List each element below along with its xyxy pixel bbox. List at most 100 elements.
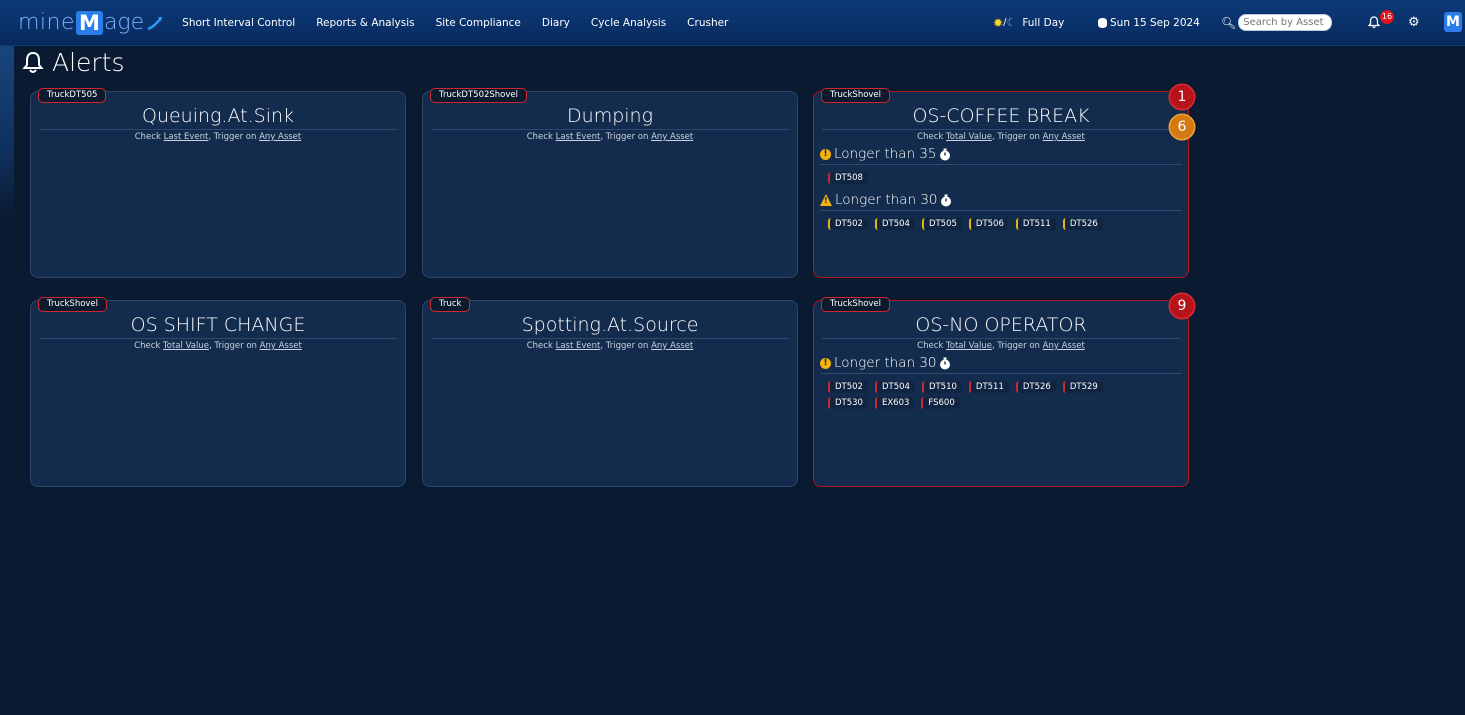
asset-chip-list: DT508	[828, 172, 1188, 188]
asset-chip[interactable]: DT511	[1015, 218, 1056, 230]
asset-tag: TruckDT505	[38, 88, 107, 103]
day-mode-toggle[interactable]: ✹ / ☾ Full Day	[993, 0, 1064, 45]
app-logo[interactable]: mine M age	[18, 0, 164, 45]
asset-chip-list: DT502 DT504 DT505 DT506 DT511 DT526	[828, 218, 1188, 234]
page-title: Alerts	[22, 48, 125, 77]
notification-count-badge: 16	[1380, 10, 1394, 24]
asset-chip[interactable]: DT502	[828, 381, 868, 393]
database-icon	[1098, 17, 1107, 28]
logo-text-right: age	[103, 10, 145, 35]
date-selector[interactable]: Sun 15 Sep 2024	[1098, 0, 1200, 45]
stopwatch-icon	[940, 194, 951, 206]
asset-tag: TruckShovel	[821, 297, 891, 312]
threshold-label: Longer than 30	[834, 355, 937, 371]
trigger-link[interactable]: Any Asset	[260, 341, 302, 351]
stopwatch-icon	[939, 148, 950, 160]
asset-chip[interactable]: DT505	[921, 218, 962, 230]
nav-diary[interactable]: Diary	[542, 17, 570, 29]
card-rule: Check Last Event, Trigger on Any Asset	[526, 341, 694, 351]
critical-count-badge: 9	[1170, 294, 1194, 318]
sun-icon: ✹	[993, 15, 1004, 30]
search-input[interactable]	[1238, 14, 1333, 31]
bell-icon	[1368, 16, 1380, 29]
critical-count-badge: 1	[1170, 85, 1194, 109]
card-rule: Check Total Value, Trigger on Any Asset	[134, 341, 302, 351]
asset-chip[interactable]: DT510	[921, 381, 962, 393]
date-label: Sun 15 Sep 2024	[1110, 16, 1200, 29]
exclamation-circle-icon: !	[820, 357, 831, 369]
asset-chip[interactable]: FS600	[921, 397, 960, 409]
nav-reports-analysis[interactable]: Reports & Analysis	[316, 17, 414, 29]
cogs-icon: ⚙︎	[1408, 15, 1420, 30]
asset-chip[interactable]: DT508	[828, 172, 868, 184]
warning-count-badge: 6	[1170, 115, 1194, 139]
card-title: Spotting.At.Source	[431, 314, 789, 339]
asset-chip[interactable]: DT526	[1015, 381, 1056, 393]
card-title: Queuing.At.Sink	[39, 105, 397, 130]
asset-chip[interactable]: DT526	[1062, 218, 1103, 230]
card-rule: Check Total Value, Trigger on Any Asset	[917, 341, 1085, 351]
threshold-header: ! Longer than 35	[820, 146, 1182, 165]
alert-card-dumping[interactable]: TruckDT502Shovel Dumping Check Last Even…	[422, 88, 798, 278]
asset-chip[interactable]: DT504	[874, 381, 915, 393]
check-type-link[interactable]: Last Event	[556, 132, 601, 142]
logo-text-m: M	[76, 10, 103, 35]
asset-tag: TruckShovel	[38, 297, 108, 312]
threshold-label: Longer than 30	[835, 192, 938, 208]
check-type-link[interactable]: Total Value	[946, 341, 992, 351]
settings-button[interactable]: ⚙︎	[1408, 0, 1420, 45]
page-title-text: Alerts	[52, 48, 125, 77]
trigger-link[interactable]: Any Asset	[651, 132, 693, 142]
asset-chip-list: DT502 DT504 DT510 DT511 DT526 DT529 DT53…	[828, 381, 1128, 413]
alert-card-queuing-at-sink[interactable]: TruckDT505 Queuing.At.Sink Check Last Ev…	[30, 88, 406, 278]
threshold-header: ! Longer than 30	[820, 355, 1182, 374]
threshold-label: Longer than 35	[834, 146, 937, 162]
search-icon: 🔍︎	[1221, 15, 1237, 30]
logo-text-left: mine	[18, 10, 76, 35]
asset-chip[interactable]: DT529	[1062, 381, 1103, 393]
asset-chip[interactable]: DT504	[874, 218, 915, 230]
bell-icon	[22, 51, 44, 73]
asset-tag: Truck	[430, 297, 471, 312]
check-type-link[interactable]: Total Value	[163, 341, 209, 351]
asset-chip[interactable]: DT530	[828, 397, 868, 409]
user-avatar[interactable]: M	[1444, 12, 1462, 32]
card-title: OS-NO OPERATOR	[822, 314, 1180, 339]
top-navbar: mine M age Short Interval Control Report…	[0, 0, 1465, 45]
trigger-link[interactable]: Any Asset	[259, 132, 301, 142]
nav-crusher[interactable]: Crusher	[687, 17, 728, 29]
trigger-link[interactable]: Any Asset	[651, 341, 693, 351]
card-title: OS-COFFEE BREAK	[822, 105, 1180, 130]
nav-cycle-analysis[interactable]: Cycle Analysis	[591, 17, 666, 29]
card-rule: Check Last Event, Trigger on Any Asset	[134, 132, 302, 142]
warning-triangle-icon: !	[820, 194, 832, 206]
card-title: Dumping	[431, 105, 789, 130]
trigger-link[interactable]: Any Asset	[1043, 341, 1085, 351]
check-type-link[interactable]: Last Event	[164, 132, 209, 142]
nav-site-compliance[interactable]: Site Compliance	[436, 17, 521, 29]
card-title: OS SHIFT CHANGE	[39, 314, 397, 339]
alert-card-os-no-operator[interactable]: TruckShovel 9 OS-NO OPERATOR Check Total…	[813, 294, 1194, 487]
asset-chip[interactable]: EX603	[874, 397, 915, 409]
check-type-link[interactable]: Total Value	[946, 132, 992, 142]
asset-chip[interactable]: DT502	[828, 218, 868, 230]
nav-short-interval-control[interactable]: Short Interval Control	[182, 17, 295, 29]
card-rule: Check Total Value, Trigger on Any Asset	[917, 132, 1085, 142]
alert-card-os-shift-change[interactable]: TruckShovel OS SHIFT CHANGE Check Total …	[30, 297, 406, 487]
trigger-link[interactable]: Any Asset	[1043, 132, 1085, 142]
threshold-header: ! Longer than 30	[820, 192, 1182, 211]
asset-tag: TruckDT502Shovel	[430, 88, 527, 103]
moon-icon: ☾	[1006, 16, 1017, 29]
alert-card-os-coffee-break[interactable]: TruckShovel 1 6 OS-COFFEE BREAK Check To…	[813, 85, 1194, 278]
logo-swoosh-icon	[147, 16, 163, 30]
alert-card-spotting-at-source[interactable]: Truck Spotting.At.Source Check Last Even…	[422, 297, 798, 487]
check-type-link[interactable]: Last Event	[556, 341, 601, 351]
asset-chip[interactable]: DT506	[968, 218, 1009, 230]
notifications-button[interactable]: 16	[1368, 0, 1396, 45]
day-mode-label: Full Day	[1022, 16, 1065, 29]
asset-chip[interactable]: DT511	[968, 381, 1009, 393]
card-rule: Check Last Event, Trigger on Any Asset	[526, 132, 694, 142]
asset-search: 🔍︎	[1221, 0, 1333, 45]
main-menu: Short Interval Control Reports & Analysi…	[182, 17, 749, 29]
stopwatch-icon	[939, 357, 950, 369]
